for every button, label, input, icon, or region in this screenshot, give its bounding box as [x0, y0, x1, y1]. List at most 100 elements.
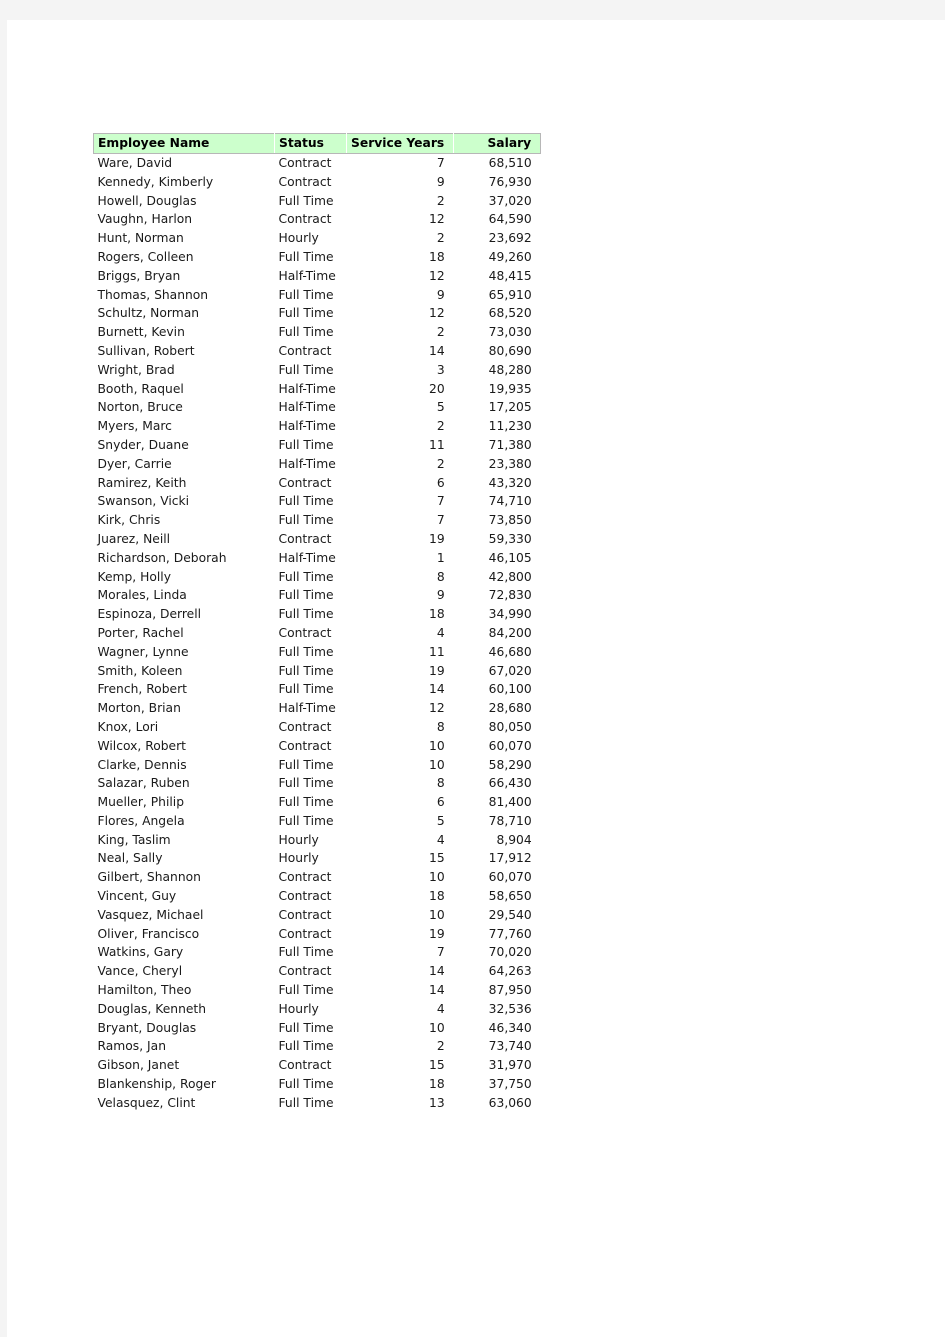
cell-employee-name[interactable]: Vincent, Guy	[94, 887, 275, 906]
cell-status[interactable]: Full Time	[275, 981, 347, 1000]
cell-salary[interactable]: 46,340	[454, 1019, 541, 1038]
cell-salary[interactable]: 23,692	[454, 229, 541, 248]
cell-salary[interactable]: 65,910	[454, 286, 541, 305]
cell-employee-name[interactable]: Wagner, Lynne	[94, 643, 275, 662]
cell-salary[interactable]: 37,750	[454, 1075, 541, 1094]
cell-employee-name[interactable]: Velasquez, Clint	[94, 1094, 275, 1113]
cell-salary[interactable]: 80,050	[454, 718, 541, 737]
table-row[interactable]: Thomas, Shannon Full Time 9 65,910	[94, 286, 541, 305]
cell-employee-name[interactable]: Norton, Bruce	[94, 398, 275, 417]
cell-salary[interactable]: 11,230	[454, 417, 541, 436]
table-row[interactable]: Hamilton, Theo Full Time 14 87,950	[94, 981, 541, 1000]
cell-employee-name[interactable]: Morton, Brian	[94, 699, 275, 718]
cell-salary[interactable]: 19,935	[454, 380, 541, 399]
cell-service-years[interactable]: 11	[347, 436, 454, 455]
cell-employee-name[interactable]: Blankenship, Roger	[94, 1075, 275, 1094]
table-row[interactable]: Dyer, Carrie Half-Time 2 23,380	[94, 455, 541, 474]
table-row[interactable]: Briggs, Bryan Half-Time 12 48,415	[94, 267, 541, 286]
cell-salary[interactable]: 8,904	[454, 831, 541, 850]
cell-service-years[interactable]: 12	[347, 267, 454, 286]
cell-status[interactable]: Full Time	[275, 323, 347, 342]
table-row[interactable]: Morton, Brian Half-Time 12 28,680	[94, 699, 541, 718]
cell-salary[interactable]: 17,205	[454, 398, 541, 417]
cell-employee-name[interactable]: King, Taslim	[94, 831, 275, 850]
cell-employee-name[interactable]: Thomas, Shannon	[94, 286, 275, 305]
cell-service-years[interactable]: 10	[347, 906, 454, 925]
table-row[interactable]: Richardson, Deborah Half-Time 1 46,105	[94, 549, 541, 568]
cell-employee-name[interactable]: Ware, David	[94, 154, 275, 173]
table-row[interactable]: Rogers, Colleen Full Time 18 49,260	[94, 248, 541, 267]
cell-status[interactable]: Full Time	[275, 662, 347, 681]
cell-salary[interactable]: 66,430	[454, 774, 541, 793]
cell-service-years[interactable]: 2	[347, 323, 454, 342]
cell-employee-name[interactable]: Knox, Lori	[94, 718, 275, 737]
cell-employee-name[interactable]: Rogers, Colleen	[94, 248, 275, 267]
table-row[interactable]: Juarez, Neill Contract 19 59,330	[94, 530, 541, 549]
cell-status[interactable]: Half-Time	[275, 417, 347, 436]
cell-service-years[interactable]: 14	[347, 981, 454, 1000]
cell-service-years[interactable]: 18	[347, 1075, 454, 1094]
cell-employee-name[interactable]: Ramirez, Keith	[94, 474, 275, 493]
cell-service-years[interactable]: 14	[347, 342, 454, 361]
cell-employee-name[interactable]: Wright, Brad	[94, 361, 275, 380]
cell-employee-name[interactable]: Wilcox, Robert	[94, 737, 275, 756]
cell-status[interactable]: Full Time	[275, 793, 347, 812]
cell-salary[interactable]: 77,760	[454, 925, 541, 944]
cell-service-years[interactable]: 7	[347, 943, 454, 962]
cell-salary[interactable]: 58,290	[454, 756, 541, 775]
cell-status[interactable]: Contract	[275, 530, 347, 549]
cell-status[interactable]: Contract	[275, 925, 347, 944]
cell-employee-name[interactable]: Juarez, Neill	[94, 530, 275, 549]
cell-service-years[interactable]: 2	[347, 1037, 454, 1056]
cell-employee-name[interactable]: Dyer, Carrie	[94, 455, 275, 474]
cell-service-years[interactable]: 19	[347, 662, 454, 681]
table-row[interactable]: Booth, Raquel Half-Time 20 19,935	[94, 380, 541, 399]
table-row[interactable]: Ramos, Jan Full Time 2 73,740	[94, 1037, 541, 1056]
cell-status[interactable]: Full Time	[275, 586, 347, 605]
cell-service-years[interactable]: 2	[347, 192, 454, 211]
cell-service-years[interactable]: 6	[347, 793, 454, 812]
cell-status[interactable]: Half-Time	[275, 380, 347, 399]
cell-service-years[interactable]: 18	[347, 887, 454, 906]
table-row[interactable]: Schultz, Norman Full Time 12 68,520	[94, 304, 541, 323]
cell-status[interactable]: Contract	[275, 474, 347, 493]
cell-employee-name[interactable]: Gilbert, Shannon	[94, 868, 275, 887]
cell-employee-name[interactable]: Douglas, Kenneth	[94, 1000, 275, 1019]
cell-status[interactable]: Full Time	[275, 1019, 347, 1038]
table-row[interactable]: Swanson, Vicki Full Time 7 74,710	[94, 492, 541, 511]
table-row[interactable]: Vincent, Guy Contract 18 58,650	[94, 887, 541, 906]
cell-status[interactable]: Half-Time	[275, 455, 347, 474]
cell-status[interactable]: Contract	[275, 154, 347, 173]
cell-service-years[interactable]: 7	[347, 492, 454, 511]
table-row[interactable]: Wright, Brad Full Time 3 48,280	[94, 361, 541, 380]
cell-service-years[interactable]: 14	[347, 962, 454, 981]
cell-status[interactable]: Contract	[275, 210, 347, 229]
cell-employee-name[interactable]: Kirk, Chris	[94, 511, 275, 530]
cell-service-years[interactable]: 8	[347, 568, 454, 587]
cell-salary[interactable]: 73,850	[454, 511, 541, 530]
cell-employee-name[interactable]: Briggs, Bryan	[94, 267, 275, 286]
cell-service-years[interactable]: 9	[347, 586, 454, 605]
table-row[interactable]: Kirk, Chris Full Time 7 73,850	[94, 511, 541, 530]
cell-status[interactable]: Contract	[275, 868, 347, 887]
cell-status[interactable]: Full Time	[275, 756, 347, 775]
cell-salary[interactable]: 60,100	[454, 680, 541, 699]
cell-status[interactable]: Full Time	[275, 286, 347, 305]
cell-salary[interactable]: 63,060	[454, 1094, 541, 1113]
cell-employee-name[interactable]: Booth, Raquel	[94, 380, 275, 399]
cell-salary[interactable]: 23,380	[454, 455, 541, 474]
table-row[interactable]: Watkins, Gary Full Time 7 70,020	[94, 943, 541, 962]
cell-employee-name[interactable]: Myers, Marc	[94, 417, 275, 436]
cell-status[interactable]: Hourly	[275, 229, 347, 248]
table-row[interactable]: Velasquez, Clint Full Time 13 63,060	[94, 1094, 541, 1113]
table-row[interactable]: Morales, Linda Full Time 9 72,830	[94, 586, 541, 605]
cell-status[interactable]: Half-Time	[275, 699, 347, 718]
cell-status[interactable]: Half-Time	[275, 549, 347, 568]
cell-salary[interactable]: 58,650	[454, 887, 541, 906]
table-row[interactable]: Mueller, Philip Full Time 6 81,400	[94, 793, 541, 812]
cell-service-years[interactable]: 4	[347, 624, 454, 643]
table-row[interactable]: Ware, David Contract 7 68,510	[94, 154, 541, 173]
cell-status[interactable]: Full Time	[275, 492, 347, 511]
cell-salary[interactable]: 70,020	[454, 943, 541, 962]
cell-employee-name[interactable]: Salazar, Ruben	[94, 774, 275, 793]
